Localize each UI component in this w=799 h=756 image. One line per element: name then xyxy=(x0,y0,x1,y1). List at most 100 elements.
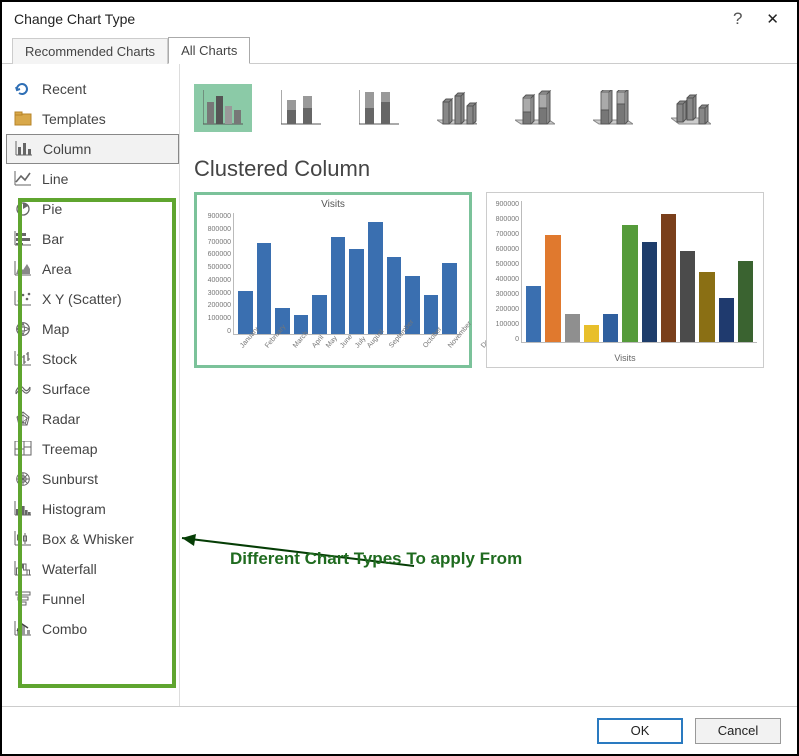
subtype-row xyxy=(194,76,783,140)
x-axis-labels: JanuaryFebruaryMarchAprilMayJuneJulyAugu… xyxy=(233,335,461,361)
cancel-button[interactable]: Cancel xyxy=(695,718,781,744)
annotation-arrow-icon xyxy=(174,524,434,584)
bar xyxy=(584,325,599,342)
sidebar-item-label: Surface xyxy=(42,381,90,397)
stock-icon xyxy=(14,351,32,367)
sidebar-item-waterfall[interactable]: Waterfall xyxy=(6,554,179,584)
subtype-3d-column[interactable] xyxy=(662,84,720,132)
sidebar-item-treemap[interactable]: Treemap xyxy=(6,434,179,464)
tab-recommended-charts[interactable]: Recommended Charts xyxy=(12,38,168,64)
chart-preview-2[interactable]: 0100000200000300000400000500000600000700… xyxy=(486,192,764,368)
sidebar-item-label: Map xyxy=(42,321,69,337)
chart-plot-area xyxy=(233,213,461,335)
funnel-icon xyxy=(14,591,32,607)
sidebar-item-label: Box & Whisker xyxy=(42,531,134,547)
sidebar-item-radar[interactable]: Radar xyxy=(6,404,179,434)
bar xyxy=(699,272,714,343)
bar xyxy=(368,222,383,334)
sidebar-item-label: Waterfall xyxy=(42,561,97,577)
histogram-icon xyxy=(14,501,32,517)
sidebar-item-label: Column xyxy=(43,141,91,157)
3d-clustered-column-icon xyxy=(437,90,477,126)
boxwhisker-icon xyxy=(14,531,32,547)
subtype-heading: Clustered Column xyxy=(194,156,783,182)
subtype-3d-stacked-column[interactable] xyxy=(506,84,564,132)
bar xyxy=(545,235,560,342)
bar xyxy=(642,242,657,342)
pie-icon xyxy=(14,201,32,217)
help-button[interactable]: ? xyxy=(719,9,756,29)
bar xyxy=(661,214,676,342)
dialog-content: Recent Templates Column Line Pie Bar Area X Y (… xyxy=(2,64,797,707)
waterfall-icon xyxy=(14,561,32,577)
sidebar-item-label: X Y (Scatter) xyxy=(42,291,122,307)
subtype-stacked-column[interactable] xyxy=(272,84,330,132)
sidebar-item-label: Radar xyxy=(42,411,80,427)
treemap-icon xyxy=(14,441,32,457)
bar xyxy=(387,257,402,334)
sidebar-item-area[interactable]: Area xyxy=(6,254,179,284)
sidebar-item-templates[interactable]: Templates xyxy=(6,104,179,134)
3d-stacked-column-icon xyxy=(515,90,555,126)
sidebar-item-line[interactable]: Line xyxy=(6,164,179,194)
templates-icon xyxy=(14,111,32,127)
sidebar-item-boxwhisker[interactable]: Box & Whisker xyxy=(6,524,179,554)
surface-icon xyxy=(14,381,32,397)
radar-icon xyxy=(14,411,32,427)
sidebar-item-label: Stock xyxy=(42,351,77,367)
sidebar-item-column[interactable]: Column xyxy=(6,134,179,164)
recent-icon xyxy=(14,81,32,97)
close-button[interactable]: ✕ xyxy=(756,10,789,28)
sunburst-icon xyxy=(14,471,32,487)
subtype-3d-clustered-column[interactable] xyxy=(428,84,486,132)
tab-all-charts[interactable]: All Charts xyxy=(168,37,250,64)
y-axis-ticks: 0100000200000300000400000500000600000700… xyxy=(197,213,233,335)
sidebar-item-surface[interactable]: Surface xyxy=(6,374,179,404)
chart-preview-1[interactable]: Visits 0100000200000300000400000500000600… xyxy=(194,192,472,368)
sidebar-item-stock[interactable]: Stock xyxy=(6,344,179,374)
tabs: Recommended Charts All Charts xyxy=(2,36,797,64)
sidebar-item-label: Sunburst xyxy=(42,471,98,487)
sidebar-item-sunburst[interactable]: Sunburst xyxy=(6,464,179,494)
3d-column-icon xyxy=(671,90,711,126)
main-panel: Clustered Column Visits 01000002000003000… xyxy=(180,64,797,707)
chart-plot-area xyxy=(521,201,757,343)
column-icon xyxy=(15,141,33,157)
map-icon xyxy=(14,321,32,337)
stacked-column-icon xyxy=(281,90,321,126)
sidebar-item-label: Area xyxy=(42,261,72,277)
area-icon xyxy=(14,261,32,277)
bar xyxy=(565,314,580,342)
annotation-text: Different Chart Types To apply From xyxy=(230,549,522,569)
chart-preview-title: Visits xyxy=(197,195,469,210)
chart-previews: Visits 0100000200000300000400000500000600… xyxy=(194,192,783,368)
sidebar-item-label: Pie xyxy=(42,201,62,217)
subtype-clustered-column[interactable] xyxy=(194,84,252,132)
sidebar-item-label: Recent xyxy=(42,81,86,97)
sidebar-item-label: Line xyxy=(42,171,68,187)
bar xyxy=(312,295,327,334)
subtype-100-stacked-column[interactable] xyxy=(350,84,408,132)
bar xyxy=(738,261,753,342)
sidebar-item-map[interactable]: Map xyxy=(6,314,179,344)
bar xyxy=(622,225,637,343)
sidebar-item-pie[interactable]: Pie xyxy=(6,194,179,224)
bar xyxy=(257,243,272,334)
sidebar-item-label: Treemap xyxy=(42,441,98,457)
bar xyxy=(331,237,346,334)
bar-icon xyxy=(14,231,32,247)
bar xyxy=(238,291,253,334)
ok-button[interactable]: OK xyxy=(597,718,683,744)
sidebar-item-label: Histogram xyxy=(42,501,106,517)
3d-100-stacked-column-icon xyxy=(593,90,633,126)
subtype-3d-100-stacked-column[interactable] xyxy=(584,84,642,132)
title-bar: Change Chart Type ? ✕ xyxy=(2,2,797,36)
sidebar-item-combo[interactable]: Combo xyxy=(6,614,179,644)
clustered-column-icon xyxy=(203,90,243,126)
sidebar-item-histogram[interactable]: Histogram xyxy=(6,494,179,524)
sidebar-item-funnel[interactable]: Funnel xyxy=(6,584,179,614)
sidebar-item-recent[interactable]: Recent xyxy=(6,74,179,104)
dialog-footer: OK Cancel xyxy=(2,706,797,754)
sidebar-item-bar[interactable]: Bar xyxy=(6,224,179,254)
sidebar-item-scatter[interactable]: X Y (Scatter) xyxy=(6,284,179,314)
